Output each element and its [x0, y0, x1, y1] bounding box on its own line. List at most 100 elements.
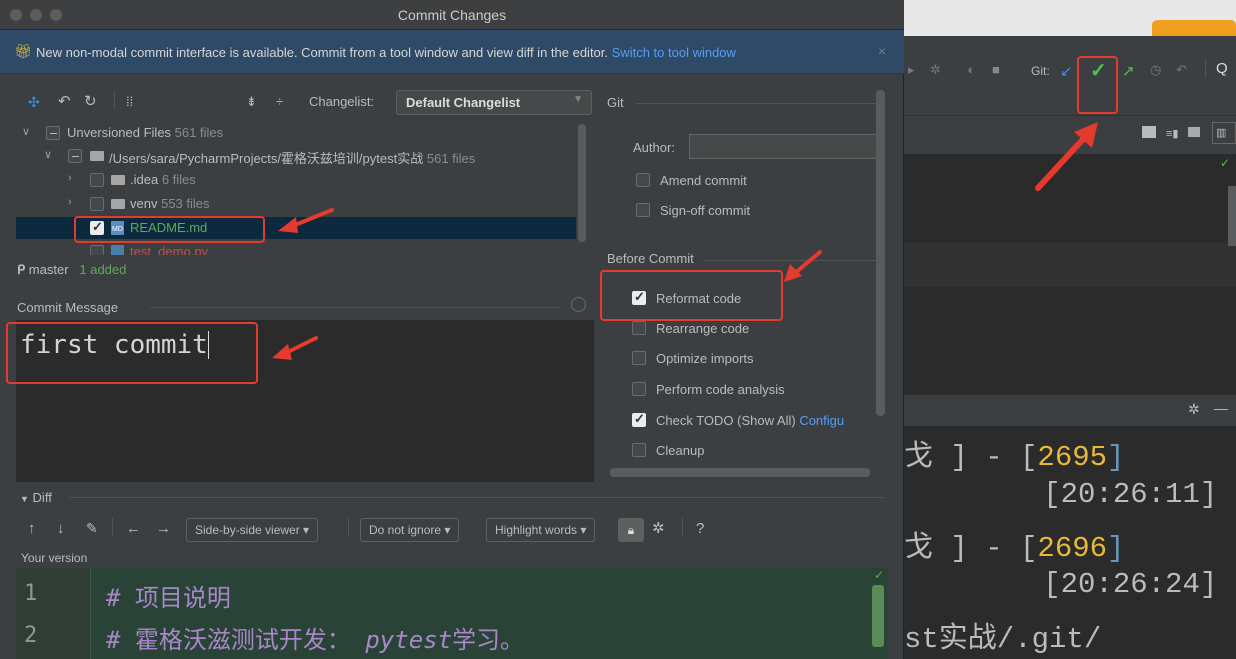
diff-editor[interactable]: 1 2 # 项目说明 # 霍格沃滋测试开发： pytest学习。 [16, 568, 888, 659]
folder-icon [111, 175, 125, 185]
toolbar-divider [348, 518, 349, 536]
chevron-down-icon: ▼ [20, 494, 29, 504]
amend-commit-checkbox[interactable] [636, 173, 650, 187]
recent-messages-icon[interactable] [571, 297, 586, 312]
edit-source-icon[interactable]: ✎ [86, 520, 98, 537]
editor-current-line [904, 243, 1236, 287]
diff-ok-icon: ✓ [874, 568, 885, 582]
changelist-label: Changelist: [309, 94, 375, 109]
annotation-box-commit-button [1077, 56, 1118, 114]
help-icon[interactable]: ? [696, 520, 704, 537]
banner-close-icon[interactable]: × [878, 43, 886, 59]
venv-checkbox[interactable] [90, 197, 104, 211]
changelist-dropdown[interactable]: Default Changelist ▼ [396, 90, 592, 115]
git-toolbar-label: Git: [1031, 64, 1050, 78]
amend-commit-label: Amend commit [660, 173, 747, 188]
configure-link[interactable]: Configu [799, 413, 844, 428]
terminal-header [904, 394, 1236, 426]
section-divider [150, 307, 560, 308]
unversioned-checkbox[interactable] [46, 126, 60, 140]
run-icon[interactable]: ▸ [908, 62, 915, 78]
git-section-title: Git [607, 95, 624, 110]
dialog-titlebar: Commit Changes [0, 0, 904, 30]
tree-scrollbar[interactable] [578, 124, 586, 242]
viewer-dropdown[interactable]: Side-by-side viewer ▾ [186, 518, 319, 542]
optimize-imports-label: Optimize imports [656, 351, 754, 366]
root-checkbox[interactable] [68, 149, 82, 163]
tree-node-label: /Users/sara/PycharmProjects/霍格沃兹培训/pytes… [109, 151, 476, 166]
refresh-icon[interactable]: ↻ [84, 92, 97, 110]
editor-scrollbar[interactable] [1228, 186, 1236, 246]
code-analysis-checkbox[interactable] [632, 382, 646, 396]
chevron-down-icon[interactable]: ∨ [22, 125, 30, 138]
minimize-icon[interactable]: — [1214, 400, 1228, 416]
diff-scrollbar[interactable] [872, 585, 884, 647]
tree-node-test-demo[interactable]: test_demo.py [16, 241, 576, 255]
annotation-box-commit-message [6, 322, 258, 384]
diff-section-toggle[interactable]: ▼ Diff [20, 490, 52, 505]
gear-icon[interactable]: ✲ [1188, 401, 1200, 418]
push-icon[interactable]: ↗ [1122, 62, 1135, 80]
rollback-icon[interactable]: ↶ [1176, 62, 1187, 78]
group-by-icon[interactable]: ⁞⁞ [126, 94, 133, 109]
tree-node-label: test_demo.py [130, 244, 209, 255]
previous-file-icon[interactable]: ← [126, 520, 141, 537]
previous-diff-icon[interactable]: ↑ [28, 520, 36, 537]
commit-message-label: Commit Message [17, 300, 119, 315]
lock-icon[interactable]: 🔒︎ [618, 518, 644, 542]
next-diff-icon[interactable]: ↓ [57, 520, 65, 537]
line-number-gutter: 1 2 [16, 568, 90, 659]
ignore-dropdown[interactable]: Do not ignore ▾ [360, 518, 460, 542]
author-input[interactable] [689, 134, 879, 159]
banner-message: New non-modal commit interface is availa… [36, 45, 609, 60]
check-todo-label: Check TODO (Show All) Configu [656, 413, 845, 428]
optimize-imports-checkbox[interactable] [632, 351, 646, 365]
stop-icon[interactable]: ■ [992, 62, 1000, 77]
debug-icon[interactable]: ✲ [930, 62, 941, 78]
changes-summary: 1 added [79, 262, 127, 277]
check-todo-checkbox[interactable] [632, 411, 646, 427]
idea-checkbox[interactable] [90, 173, 104, 187]
test-demo-checkbox[interactable] [90, 245, 104, 255]
annotation-arrow-commit-button [1035, 122, 1098, 191]
next-file-icon[interactable]: → [156, 520, 171, 537]
rollback-icon[interactable]: ↶ [58, 92, 71, 110]
settings-gear-icon[interactable]: ✲ [652, 519, 665, 537]
collapse-all-icon[interactable]: ÷ [276, 94, 283, 109]
tree-node-unversioned[interactable]: ∨ Unversioned Files 561 files [16, 122, 576, 144]
highlight-dropdown[interactable]: Highlight words ▾ [486, 518, 596, 542]
branch-name[interactable]: master [29, 262, 69, 277]
tree-node-root[interactable]: ∨ /Users/sara/PycharmProjects/霍格沃兹培训/pyt… [16, 145, 576, 167]
branch-icon: ᑭ [17, 262, 26, 277]
terminal-output: 戈 ] - [2695] [20:26:11] 戈 ] - [2696] [20… [904, 426, 1236, 659]
expand-all-icon[interactable]: ⇟ [246, 94, 257, 110]
history-icon[interactable]: ◷ [1150, 62, 1161, 78]
view-text-icon[interactable] [1142, 126, 1156, 138]
gutter-divider [90, 568, 91, 659]
chevron-right-icon[interactable]: › [68, 196, 72, 208]
toolbar-divider [682, 518, 683, 536]
editor-ok-icon: ✓ [1220, 156, 1231, 170]
options-horizontal-scrollbar[interactable] [610, 468, 870, 477]
search-icon[interactable]: Q [1216, 60, 1228, 77]
terminal-line: 戈 ] - [2695] [904, 441, 1125, 474]
rearrange-code-checkbox[interactable] [632, 321, 646, 335]
toolbar-divider [114, 92, 115, 108]
signoff-commit-checkbox[interactable] [636, 203, 650, 217]
view-preview-icon[interactable] [1188, 127, 1200, 137]
annotation-arrow-commit-message [272, 336, 318, 360]
move-icon[interactable]: ✣ [28, 94, 40, 111]
tree-node-label: Unversioned Files 561 files [67, 125, 224, 140]
view-layout-icon[interactable]: ▥ [1212, 122, 1236, 144]
tree-node-idea[interactable]: › .idea 6 files [16, 169, 576, 191]
profile-icon[interactable]: ◖ [966, 62, 974, 77]
switch-to-tool-window-link[interactable]: Switch to tool window [612, 45, 736, 60]
code-line: # 霍格沃滋测试开发： pytest学习。 [106, 626, 525, 654]
update-project-icon[interactable]: ↙ [1060, 62, 1073, 80]
view-split-icon[interactable]: ≡▮ [1166, 127, 1178, 140]
chevron-down-icon[interactable]: ∨ [44, 148, 52, 161]
cleanup-checkbox[interactable] [632, 443, 646, 457]
chevron-down-icon: ▼ [573, 94, 583, 105]
options-scrollbar[interactable] [876, 90, 885, 416]
chevron-right-icon[interactable]: › [68, 172, 72, 184]
